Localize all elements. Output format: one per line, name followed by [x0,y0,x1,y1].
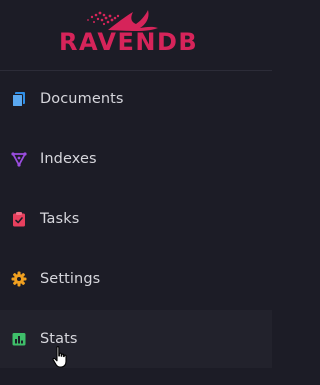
nav-label-settings: Settings [40,271,101,287]
sidebar: RAVENDB Documents Indexes Tasks Settings… [0,0,272,385]
ravendb-logo[interactable]: RAVENDB [0,0,272,70]
documents-icon [10,90,28,108]
nav-label-tasks: Tasks [40,211,80,227]
indexes-icon [10,150,28,168]
tasks-icon [10,210,28,228]
hand-pointer-cursor-icon [51,345,71,369]
nav-label-documents: Documents [40,91,124,107]
nav-item-documents[interactable]: Documents [0,70,272,128]
nav-item-settings[interactable]: Settings [0,250,272,308]
nav-item-indexes[interactable]: Indexes [0,130,272,188]
stats-icon [10,330,28,348]
nav-label-indexes: Indexes [40,151,97,167]
nav-item-tasks[interactable]: Tasks [0,190,272,248]
nav-item-stats[interactable]: Stats [0,310,272,368]
ravendb-logo-graphic: RAVENDB [59,10,198,56]
brand-wordmark: RAVENDB [59,28,198,56]
settings-icon [10,270,28,288]
